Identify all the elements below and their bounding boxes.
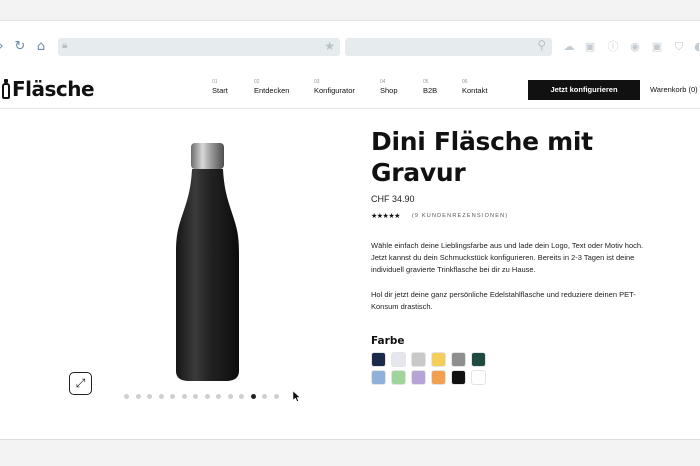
nav-label: Konfigurator [314, 86, 355, 95]
gallery-dot[interactable] [227, 394, 233, 399]
camera-icon[interactable]: ▣ [583, 41, 597, 53]
nav-label: Start [212, 86, 228, 95]
bottle-logo-icon [2, 79, 10, 99]
nav-label: Kontakt [462, 86, 488, 95]
color-swatch[interactable] [431, 370, 446, 385]
gallery-dot[interactable] [250, 394, 256, 399]
gallery-dot[interactable] [147, 394, 152, 399]
browser-search-bar[interactable]: ⚲ [345, 38, 552, 56]
color-swatch[interactable] [471, 352, 486, 367]
nav-number: 01 [212, 79, 218, 85]
nav-b2b[interactable]: 05 B2B [423, 79, 437, 95]
color-swatch[interactable] [391, 352, 406, 367]
nav-number: 02 [254, 79, 260, 85]
gallery-dot[interactable] [193, 394, 198, 399]
nav-entdecken[interactable]: 02 Entdecken [254, 79, 289, 95]
expand-icon[interactable]: ⤢ [69, 372, 92, 395]
gallery-pagination [124, 394, 285, 399]
shield-icon[interactable]: ⛉ [672, 41, 686, 53]
info-icon[interactable]: ⓘ [606, 41, 620, 53]
nav-number: 03 [314, 79, 320, 85]
mouse-cursor-icon [293, 391, 301, 402]
gallery-dot[interactable] [216, 394, 221, 399]
product-price: CHF 34.90 [371, 194, 415, 204]
color-swatches [371, 352, 491, 388]
gallery-dot[interactable] [204, 394, 210, 399]
site-header: Fläsche 01 Start 02 Entdecken 03 Konfigu… [0, 71, 700, 109]
search-icon: ⚲ [537, 38, 546, 52]
star-rating-icon: ★★★★★ [371, 212, 400, 220]
browser-window: › ↻ ⌂ 🔒︎ ★ ⚲ ☁ ▣ ⓘ ◉ ▣ ⛉ ◐ Fläsche 01 St… [0, 20, 700, 440]
product-rating[interactable]: ★★★★★ (9 KUNDENREZENSIONEN) [371, 212, 508, 220]
browser-toolbar: › ↻ ⌂ 🔒︎ ★ ⚲ ☁ ▣ ⓘ ◉ ▣ ⛉ ◐ [0, 38, 700, 60]
gallery-dot[interactable] [170, 394, 175, 399]
nav-label: B2B [423, 86, 438, 95]
screenshot-icon[interactable]: ▣ [650, 41, 664, 53]
nav-label: Entdecken [254, 86, 290, 95]
nav-number: 05 [423, 79, 429, 85]
color-swatch[interactable] [391, 370, 406, 385]
nav-number: 04 [380, 79, 386, 85]
cart-link[interactable]: Warenkorb (0) [650, 85, 698, 94]
reload-icon[interactable]: ↻ [13, 39, 27, 55]
color-swatch[interactable] [411, 352, 426, 367]
home-icon[interactable]: ⌂ [34, 39, 48, 55]
product-description-secondary: Hol dir jetzt deine ganz persönliche Ede… [371, 290, 636, 311]
color-swatch[interactable] [431, 352, 446, 367]
color-swatch[interactable] [471, 370, 486, 385]
address-bar[interactable]: 🔒︎ ★ [58, 38, 340, 56]
product-description: Wähle einfach deine Lieblingsfarbe aus u… [371, 241, 644, 274]
product-title: Dini Fläsche mit Gravur [371, 127, 593, 187]
wifi-icon[interactable]: ◉ [628, 41, 642, 53]
color-swatch[interactable] [371, 370, 386, 385]
gallery-dot[interactable] [158, 394, 164, 399]
bookmark-star-icon[interactable]: ★ [324, 39, 335, 53]
color-swatch[interactable] [371, 352, 386, 367]
color-swatch[interactable] [451, 352, 466, 367]
gallery-dot[interactable] [239, 394, 244, 399]
cloud-icon[interactable]: ☁ [562, 41, 576, 53]
nav-konfigurator[interactable]: 03 Konfigurator [314, 79, 355, 95]
configure-now-button[interactable]: Jetzt konfigurieren [528, 80, 640, 100]
nav-number: 06 [462, 79, 468, 85]
nav-label: Shop [380, 86, 398, 95]
gallery-dot[interactable] [181, 394, 187, 399]
review-count[interactable]: (9 KUNDENREZENSIONEN) [412, 213, 508, 219]
color-label: Farbe [371, 335, 405, 347]
nav-shop[interactable]: 04 Shop [380, 79, 398, 95]
extension-icon[interactable]: ◐ [692, 41, 700, 53]
nav-kontakt[interactable]: 06 Kontakt [462, 79, 487, 95]
color-swatch[interactable] [411, 370, 426, 385]
gallery-dot[interactable] [135, 394, 141, 399]
gallery-dot[interactable] [124, 394, 129, 399]
gallery-dot[interactable] [273, 394, 279, 399]
nav-start[interactable]: 01 Start [212, 79, 228, 95]
lock-icon: 🔒︎ [62, 40, 68, 51]
product-bottle-image [176, 143, 239, 381]
logo-text: Fläsche [12, 77, 95, 101]
color-swatch[interactable] [451, 370, 466, 385]
gallery-dot[interactable] [262, 394, 267, 399]
site-logo[interactable]: Fläsche [2, 77, 95, 101]
forward-icon[interactable]: › [0, 39, 8, 55]
